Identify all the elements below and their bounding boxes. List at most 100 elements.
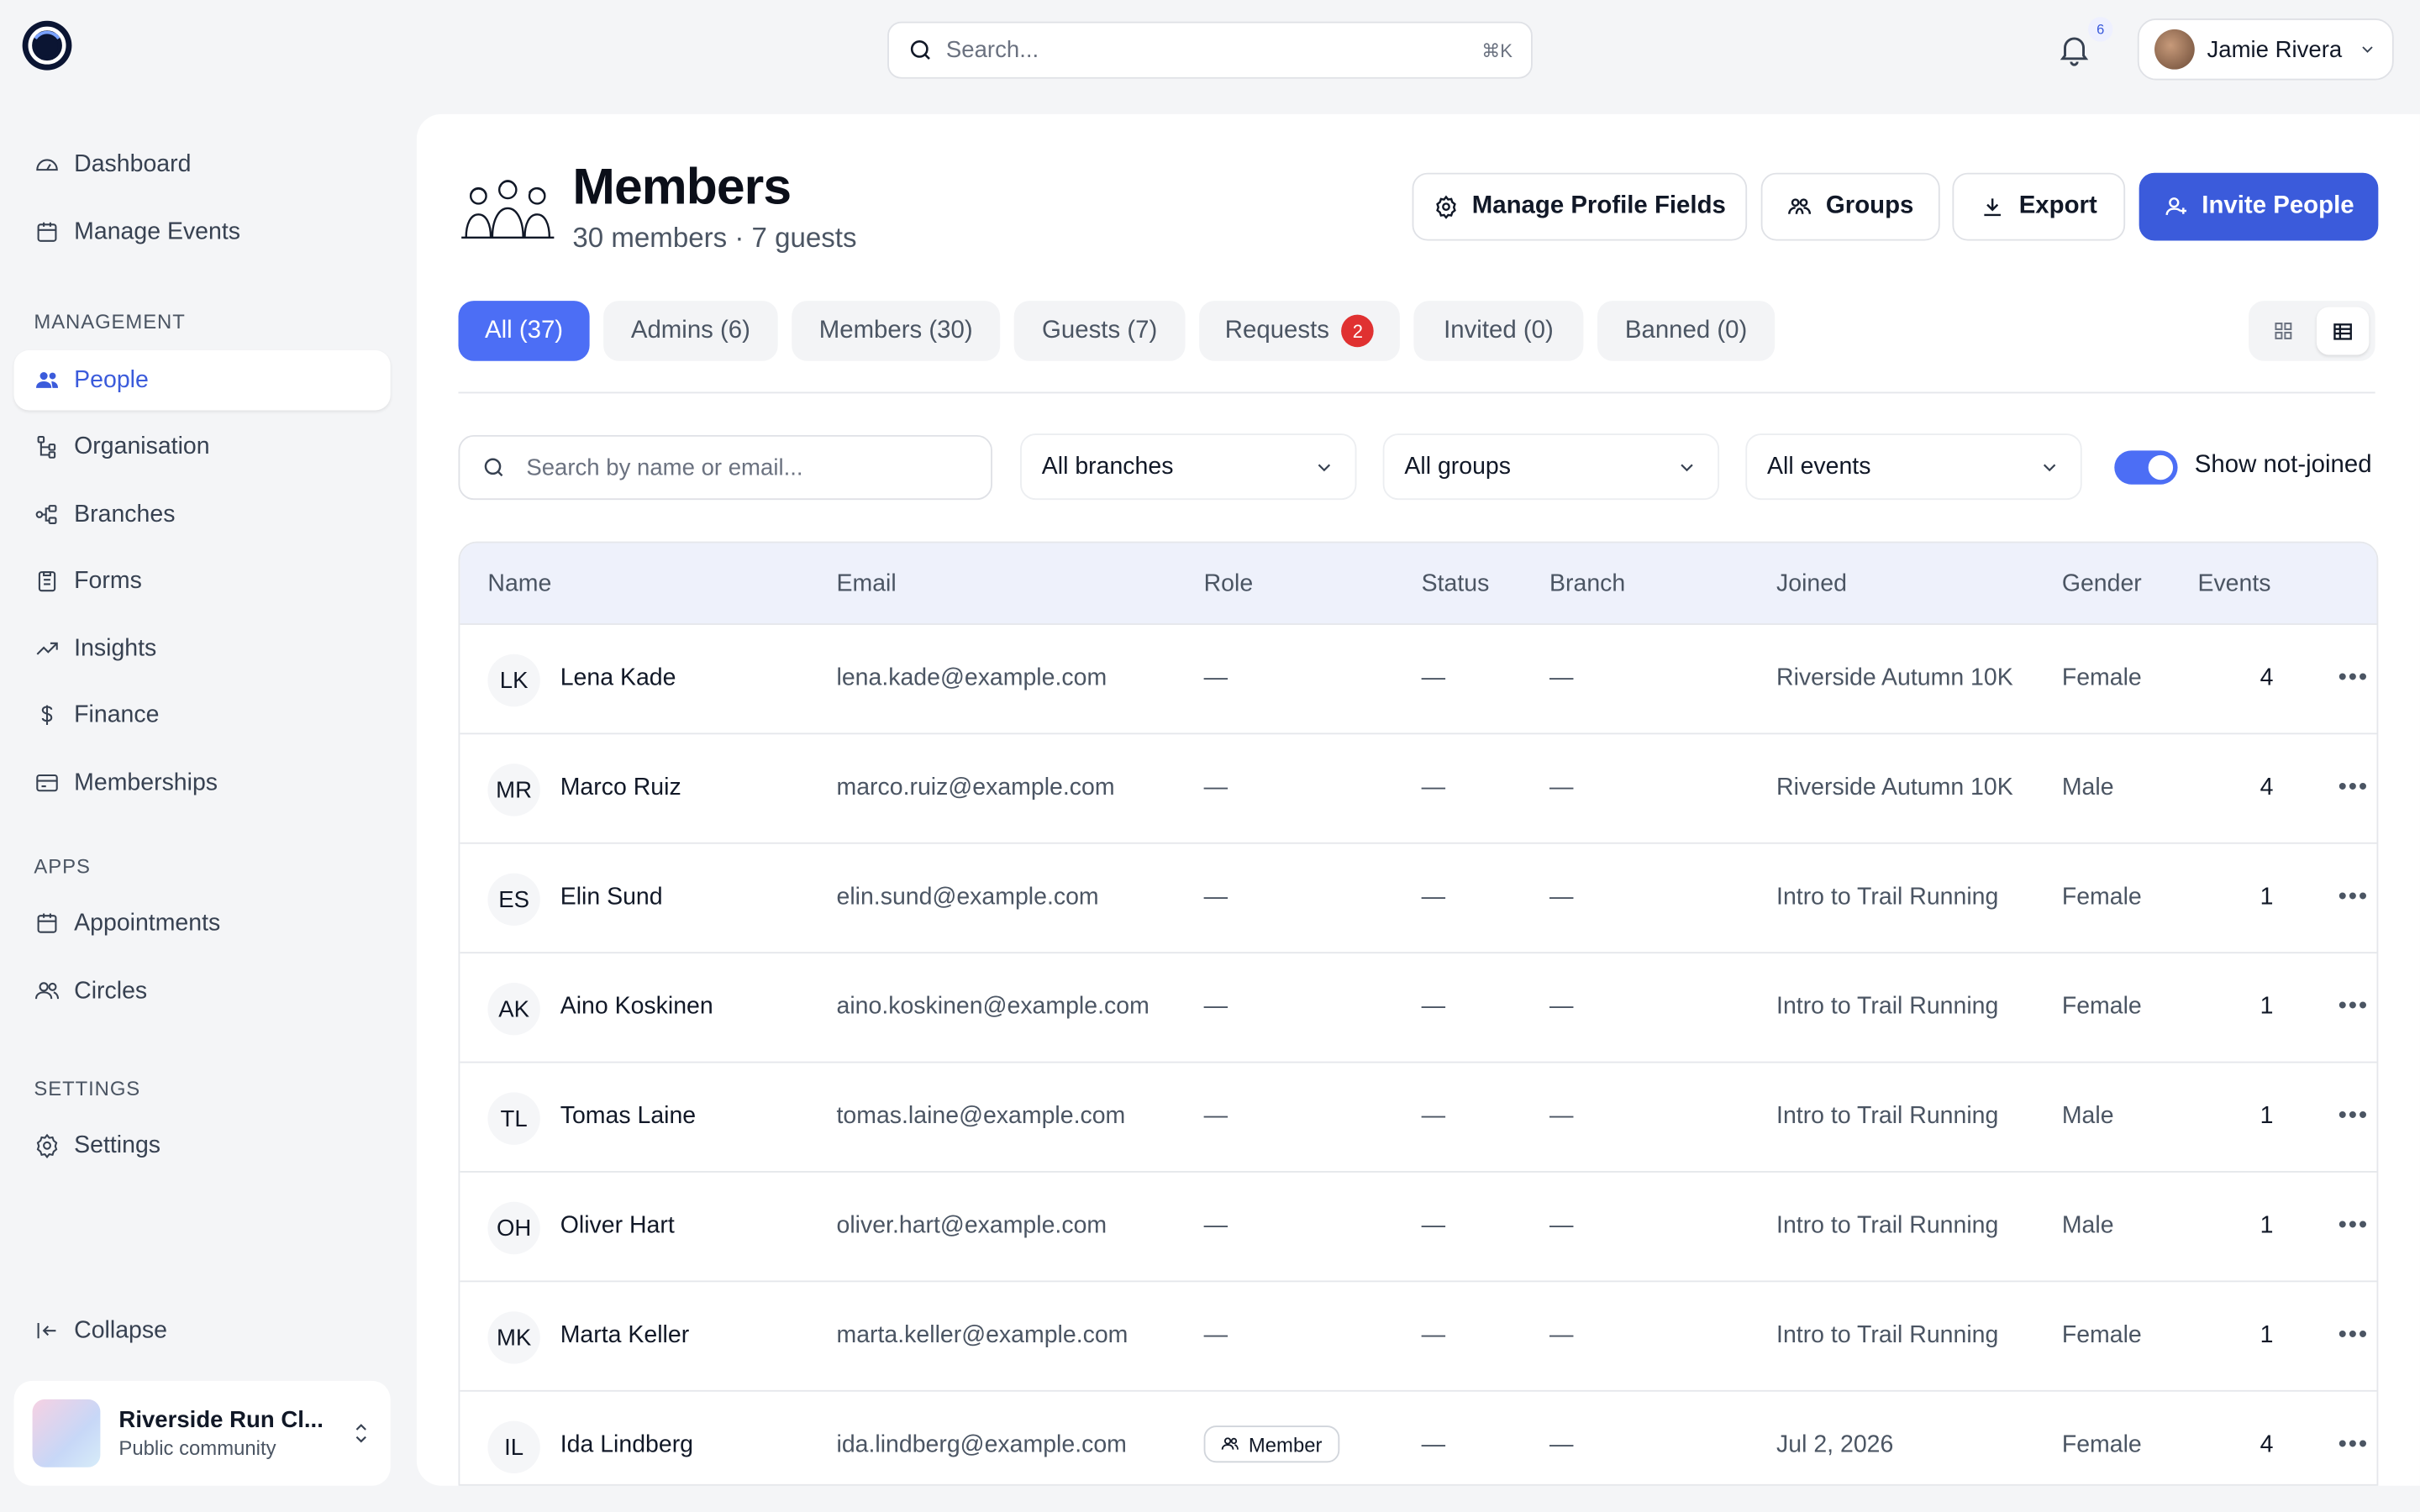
- tab-admins[interactable]: Admins (6): [603, 301, 778, 361]
- more-options-icon[interactable]: •••: [2338, 1103, 2370, 1131]
- sidebar-item-appointments[interactable]: Appointments: [14, 893, 391, 953]
- table-row[interactable]: OH Oliver Hart oliver.hart@example.com — — — I…: [460, 1173, 2377, 1283]
- name-cell[interactable]: Ida Lindberg: [560, 1431, 693, 1459]
- search-placeholder: Search...: [945, 37, 1039, 64]
- name-cell[interactable]: Aino Koskinen: [560, 994, 713, 1021]
- gear-icon: [1435, 195, 1456, 219]
- select-value: All events: [1767, 453, 1871, 480]
- role-cell: —: [1203, 884, 1228, 911]
- events-select[interactable]: All events: [1745, 433, 2082, 501]
- organisation-text: Riverside Run Cl... Public community: [118, 1407, 331, 1459]
- grid-view-button[interactable]: [2256, 307, 2308, 355]
- more-options-icon[interactable]: •••: [2338, 1431, 2370, 1459]
- more-options-icon[interactable]: •••: [2338, 1213, 2370, 1241]
- collapse-icon: [37, 1323, 56, 1339]
- table-row[interactable]: TL Tomas Laine tomas.laine@example.com — — — I…: [460, 1063, 2377, 1173]
- sidebar-item-branches[interactable]: Branches: [14, 485, 391, 545]
- page-subtitle: 30 members · 7 guests: [572, 222, 857, 254]
- sidebar-item-finance[interactable]: Finance: [14, 685, 391, 745]
- column-header-gender[interactable]: Gender: [2062, 571, 2142, 599]
- more-options-icon[interactable]: •••: [2338, 1322, 2370, 1350]
- members-table: Name Email Role Status Branch Joined Gen…: [458, 541, 2379, 1486]
- groups-button[interactable]: Groups: [1760, 172, 1940, 241]
- search-shortcut: ⌘K: [1481, 39, 1512, 61]
- sidebar-item-manage-events[interactable]: Manage Events: [14, 202, 391, 263]
- events-cell: 1: [2260, 884, 2274, 911]
- column-header-joined[interactable]: Joined: [1776, 571, 1847, 599]
- sidebar-item-organisation[interactable]: Organisation: [14, 417, 391, 477]
- events-cell: 1: [2260, 1322, 2274, 1349]
- branches-select[interactable]: All branches: [1020, 433, 1357, 501]
- sidebar-item-forms[interactable]: Forms: [14, 551, 391, 612]
- more-options-icon[interactable]: •••: [2338, 665, 2370, 693]
- gauge-icon: [36, 159, 58, 171]
- table-icon: [2333, 323, 2352, 339]
- show-not-joined-toggle[interactable]: [2114, 450, 2178, 485]
- user-menu-button[interactable]: Jamie Rivera: [2137, 18, 2394, 81]
- more-options-icon[interactable]: •••: [2338, 774, 2370, 802]
- joined-cell: Riverside Autumn 10K: [1776, 664, 2013, 691]
- groups-select[interactable]: All groups: [1382, 433, 1720, 501]
- hierarchy-icon: [37, 435, 56, 459]
- view-mode-toggle: [2249, 301, 2375, 361]
- email-cell: tomas.laine@example.com: [836, 1103, 1126, 1130]
- collapse-sidebar-button[interactable]: Collapse: [14, 1300, 391, 1361]
- name-cell[interactable]: Elin Sund: [560, 884, 663, 911]
- sidebar-item-settings[interactable]: Settings: [14, 1116, 391, 1176]
- chevron-down-icon: [2043, 463, 2056, 471]
- global-search-input[interactable]: Search... ⌘K: [887, 21, 1533, 79]
- more-options-icon[interactable]: •••: [2338, 884, 2370, 911]
- more-options-icon[interactable]: •••: [2338, 994, 2370, 1021]
- tab-all[interactable]: All (37): [458, 301, 590, 361]
- branches-icon: [35, 505, 57, 524]
- tab-invited[interactable]: Invited (0): [1413, 301, 1584, 361]
- status-cell: —: [1421, 774, 1446, 801]
- name-cell[interactable]: Oliver Hart: [560, 1213, 675, 1241]
- sidebar-item-dashboard[interactable]: Dashboard: [14, 134, 391, 195]
- avatar: ES: [487, 873, 540, 927]
- member-search-input[interactable]: Search by name or email...: [458, 434, 992, 501]
- name-cell[interactable]: Tomas Laine: [560, 1103, 696, 1131]
- organisation-switcher[interactable]: Riverside Run Cl... Public community: [13, 1380, 391, 1486]
- invite-people-button[interactable]: Invite People: [2139, 172, 2379, 241]
- tab-label: Invited (0): [1444, 317, 1554, 344]
- search-icon: [910, 39, 930, 60]
- table-view-button[interactable]: [2316, 307, 2370, 355]
- app-logo[interactable]: [22, 20, 73, 71]
- sidebar-heading-apps: APPS: [34, 854, 91, 879]
- sidebar-item-memberships[interactable]: Memberships: [14, 753, 391, 813]
- column-header-events[interactable]: Events: [2197, 571, 2270, 599]
- manage-profile-fields-button[interactable]: Manage Profile Fields: [1412, 172, 1748, 241]
- member-search-placeholder: Search by name or email...: [526, 454, 803, 481]
- column-header-status[interactable]: Status: [1422, 571, 1490, 599]
- export-button[interactable]: Export: [1952, 172, 2126, 241]
- table-row[interactable]: MK Marta Keller marta.keller@example.com — —…: [460, 1282, 2377, 1392]
- sidebar-item-insights[interactable]: Insights: [14, 619, 391, 680]
- name-cell[interactable]: Lena Kade: [560, 665, 676, 693]
- gender-cell: Male: [2061, 774, 2114, 801]
- name-cell[interactable]: Marta Keller: [560, 1322, 689, 1350]
- table-row[interactable]: IL Ida Lindberg ida.lindberg@example.com Me…: [460, 1392, 2376, 1484]
- tab-members[interactable]: Members (30): [792, 301, 1001, 361]
- tab-label: Guests (7): [1042, 317, 1158, 344]
- table-row[interactable]: MR Marco Ruiz marco.ruiz@example.com — — — Riv…: [460, 734, 2377, 844]
- bell-icon[interactable]: [2055, 31, 2092, 68]
- table-row[interactable]: LK Lena Kade lena.kade@example.com — — — River…: [460, 625, 2377, 735]
- name-cell[interactable]: Marco Ruiz: [560, 774, 681, 802]
- chevron-down-icon: [1681, 463, 1693, 471]
- column-header-branch[interactable]: Branch: [1549, 571, 1625, 599]
- column-header-role[interactable]: Role: [1204, 571, 1254, 599]
- sidebar-item-label: Memberships: [74, 769, 218, 795]
- tab-guests[interactable]: Guests (7): [1013, 301, 1186, 361]
- sidebar-item-people[interactable]: People: [13, 349, 391, 411]
- table-header: Name Email Role Status Branch Joined Gen…: [460, 543, 2377, 625]
- avatar: MK: [487, 1311, 540, 1364]
- sidebar-item-circles[interactable]: Circles: [14, 961, 391, 1021]
- tab-banned[interactable]: Banned (0): [1597, 301, 1776, 361]
- column-header-name[interactable]: Name: [487, 571, 551, 599]
- tab-requests[interactable]: Requests 2: [1199, 301, 1400, 361]
- table-row[interactable]: AK Aino Koskinen aino.koskinen@example.com…: [460, 953, 2377, 1063]
- table-row[interactable]: ES Elin Sund elin.sund@example.com — — — Intro…: [460, 844, 2377, 954]
- role-cell: —: [1203, 774, 1228, 801]
- column-header-email[interactable]: Email: [836, 571, 896, 599]
